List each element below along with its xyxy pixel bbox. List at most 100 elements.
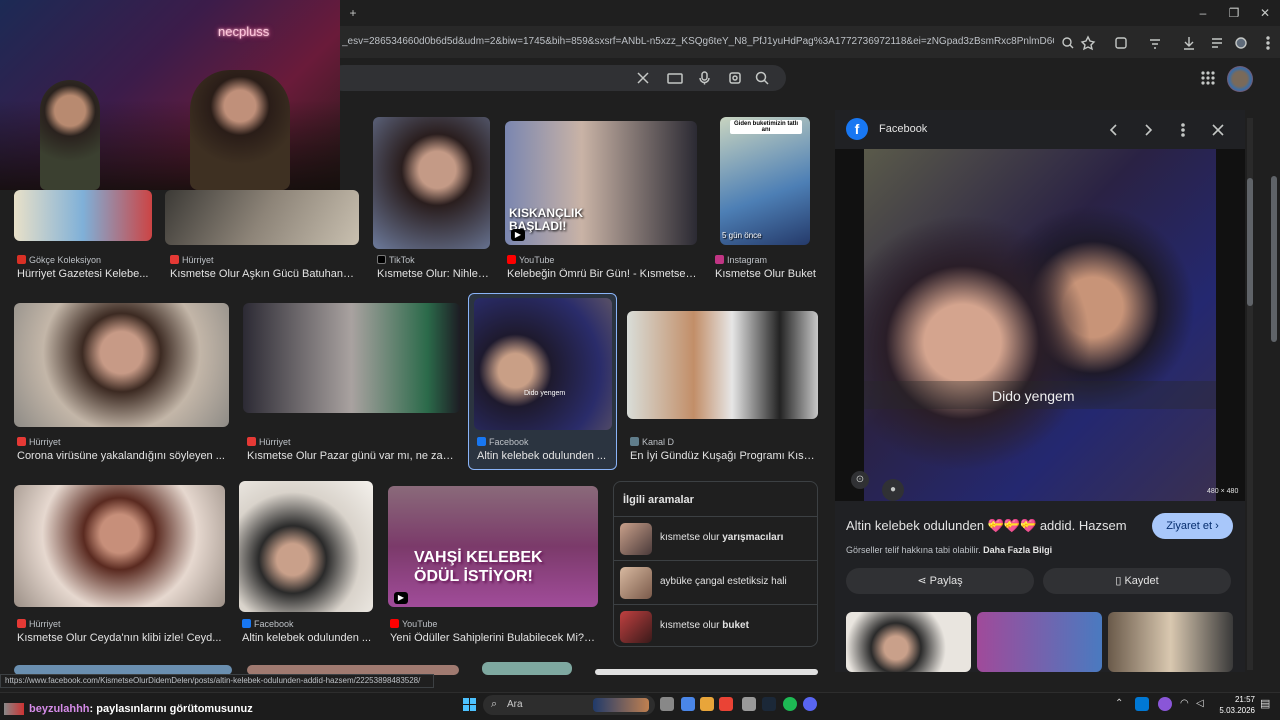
preview-panel: f Facebook Dido yengem ⊙ ● 480 × 480 Alt…	[835, 110, 1245, 672]
save-button[interactable]: ▯ Kaydet	[1043, 568, 1231, 594]
result-caption[interactable]: Hürriyet Gazetesi Kelebe...	[17, 268, 152, 280]
result-source: YouTube	[507, 255, 554, 265]
twitch-icon[interactable]	[1158, 697, 1172, 711]
result-image-8[interactable]: Dido yengem	[474, 298, 612, 430]
result-source: Facebook	[242, 619, 294, 629]
reading-list-icon	[1212, 38, 1222, 48]
chat-message: beyzulahhh: paylasınlarını görütomusunuz	[29, 703, 253, 715]
taskbar-search[interactable]: ⌕ Ara	[483, 695, 655, 715]
date: 5.03.2026	[1219, 706, 1255, 715]
clear-icon	[637, 72, 649, 84]
result-source: Instagram	[715, 255, 767, 265]
maximize-button[interactable]: ❐	[1225, 4, 1243, 22]
result-image-12[interactable]: VAHŞİ KELEBEK ÖDÜL İSTİYOR! ▶	[388, 486, 598, 607]
result-image-2[interactable]	[165, 190, 359, 245]
result-image-7[interactable]	[243, 303, 460, 413]
result-image-1[interactable]	[14, 190, 152, 241]
result-image-6[interactable]	[14, 303, 229, 427]
scrollbar-thumb[interactable]	[1247, 178, 1253, 306]
visit-button[interactable]: Ziyaret et ›	[1152, 513, 1233, 539]
copyright-notice: Görseller telif hakkına tabi olabilir. D…	[846, 545, 1053, 555]
similar-image[interactable]	[846, 612, 971, 672]
streamer-2	[190, 70, 290, 190]
notification-icon[interactable]: ▤	[1260, 697, 1270, 710]
discord-icon[interactable]	[803, 697, 817, 711]
search-box-icons	[637, 71, 769, 85]
panel-scrollbar[interactable]	[1247, 118, 1253, 670]
share-button[interactable]: ⋖ Paylaş	[846, 568, 1034, 594]
result-image-4[interactable]: KISKANÇLIK BAŞLADI! ▶	[505, 121, 697, 245]
result-source: Hürriyet	[170, 255, 214, 265]
webcam-overlay: necpluss	[0, 0, 340, 190]
result-image-11[interactable]	[239, 481, 373, 612]
related-item[interactable]: kısmetse olur buket	[614, 604, 817, 648]
chevron-up-icon[interactable]: ⌃	[1115, 698, 1123, 709]
app-icon[interactable]	[742, 697, 756, 711]
video-play-icon: ▶	[511, 229, 525, 241]
result-caption[interactable]: Yeni Ödüller Sahiplerini Bulabilecek Mi?…	[390, 632, 598, 644]
scrollbar-thumb[interactable]	[1271, 176, 1277, 342]
person-icon: ●	[882, 479, 904, 501]
related-thumb	[620, 611, 652, 643]
result-image-15[interactable]	[482, 662, 572, 675]
volume-icon[interactable]: ◁	[1196, 698, 1204, 709]
result-caption[interactable]: Corona virüsüne yakalandığını söyleyen .…	[17, 450, 225, 462]
result-image-10[interactable]	[14, 485, 225, 607]
task-view-icon[interactable]	[660, 697, 674, 711]
spotify-icon[interactable]	[783, 697, 797, 711]
result-caption[interactable]: Kısmetse Olur Ceyda'nın klibi izle! Ceyd…	[17, 632, 225, 644]
similar-image[interactable]	[1108, 612, 1233, 672]
link-status-url: https://www.facebook.com/KismetseOlurDid…	[0, 674, 434, 688]
similar-image[interactable]	[977, 612, 1102, 672]
search-icon: ⌕	[491, 698, 498, 710]
page-scrollbar[interactable]	[1270, 62, 1278, 672]
clock[interactable]: 21:57 5.03.2026	[1213, 694, 1255, 716]
wifi-icon[interactable]: ◠	[1180, 698, 1189, 709]
related-item[interactable]: kısmetse olur yarışmacıları	[614, 516, 817, 560]
related-heading: İlgili aramalar	[623, 494, 694, 506]
related-item[interactable]: aybüke çangal estetiksiz hali	[614, 560, 817, 604]
edge-icon[interactable]	[681, 697, 695, 711]
search-box[interactable]	[330, 65, 786, 91]
result-caption[interactable]: Kısmetse Olur Aşkın Gücü Batuhan k...	[170, 268, 356, 280]
close-window-button[interactable]: ✕	[1256, 4, 1274, 22]
result-image-3[interactable]	[373, 117, 490, 249]
more-info-link[interactable]: Daha Fazla Bilgi	[983, 545, 1052, 555]
result-caption[interactable]: Kısmetse Olur Pazar günü var mı, ne zam.…	[247, 450, 457, 462]
result-image-16[interactable]	[595, 669, 818, 675]
result-caption[interactable]: Altin kelebek odulunden ...	[242, 632, 372, 644]
steam-icon[interactable]	[762, 697, 776, 711]
bookmark-star-icon	[1080, 35, 1096, 51]
new-tab-button[interactable]: +	[344, 4, 362, 22]
result-caption[interactable]: Altin kelebek odulunden ...	[477, 450, 610, 462]
tray-app-icon[interactable]	[1135, 697, 1149, 711]
result-source: Kanal D	[630, 437, 674, 447]
profile-avatar	[1235, 37, 1247, 49]
panel-source[interactable]: Facebook	[879, 123, 927, 135]
result-caption[interactable]: Kısmetse Olur: Nihle ...	[377, 268, 489, 280]
result-image-9[interactable]	[627, 311, 818, 419]
minimize-button[interactable]: ‒	[1194, 4, 1212, 22]
lens-icon[interactable]: ⊙	[851, 471, 869, 489]
chrome-icon[interactable]	[719, 697, 733, 711]
time: 21:57	[1234, 695, 1255, 704]
related-label: aybüke çangal estetiksiz hali	[660, 576, 787, 587]
filter-icon	[1150, 39, 1160, 49]
apps-icon[interactable]	[1200, 70, 1216, 86]
result-caption[interactable]: Kelebeğin Ömrü Bir Gün! - Kısmetse ...	[507, 268, 697, 280]
instagram-tag: Giden buketimizin tatlı anı	[730, 120, 802, 134]
result-caption[interactable]: En İyi Gündüz Kuşağı Programı Kısm...	[630, 450, 818, 462]
result-image-5[interactable]: Giden buketimizin tatlı anı 5 gün önce	[720, 117, 810, 245]
url-field[interactable]: _esv=286534660d0b6d5d&udm=2&biw=1745&bih…	[342, 36, 1054, 50]
preview-image[interactable]: Dido yengem	[864, 149, 1216, 501]
result-source: Hürriyet	[247, 437, 291, 447]
related-thumb	[620, 523, 652, 555]
result-caption[interactable]: Kısmetse Olur Buket	[715, 268, 820, 280]
preview-image-frame: Dido yengem ⊙ ● 480 × 480	[835, 149, 1245, 501]
panel-title[interactable]: Altin kelebek odulunden 💝💝💝 addid. Hazse…	[846, 518, 1127, 534]
result-source: Gökçe Koleksiyon	[17, 255, 101, 265]
file-explorer-icon[interactable]	[700, 697, 714, 711]
windows-start-icon[interactable]	[463, 698, 477, 712]
browser-toolbar	[1058, 34, 1278, 52]
account-avatar[interactable]	[1227, 66, 1253, 92]
